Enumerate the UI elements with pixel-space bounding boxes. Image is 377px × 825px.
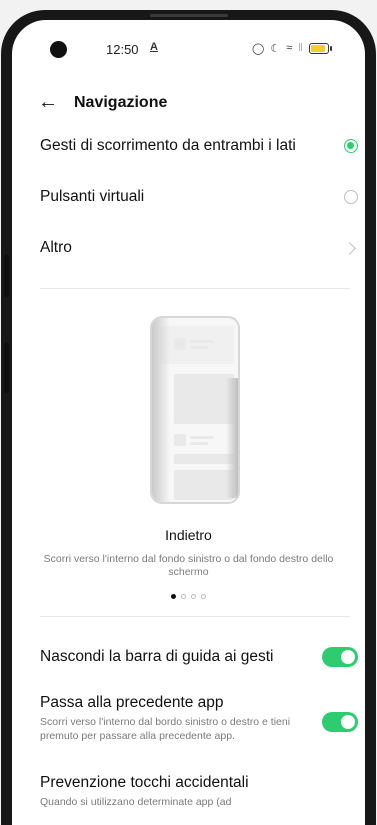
divider [40, 616, 350, 617]
setting-title: Prevenzione tocchi accidentali [40, 774, 249, 791]
alarm-icon: ◯ [252, 42, 265, 55]
radio-unselected-icon[interactable] [344, 190, 358, 204]
back-arrow-icon[interactable]: ← [38, 92, 58, 112]
wifi-icon: ≈ [286, 42, 293, 54]
setting-title: Nascondi la barra di guida ai gesti [40, 648, 274, 665]
status-bar: 12:50 A ◯ ☾ ≈ ‖ [12, 20, 365, 78]
battery-icon [308, 42, 332, 54]
hide-bar-toggle[interactable] [322, 647, 358, 667]
setting-description: Scorri verso l'interno dal bordo sinistr… [40, 716, 291, 742]
option-label: Altro [40, 239, 72, 256]
option-virtual-buttons[interactable]: Pulsanti virtuali [40, 182, 358, 212]
setting-hide-gesture-bar[interactable]: Nascondi la barra di guida ai gesti [40, 646, 358, 668]
front-camera [50, 41, 67, 58]
setting-description: Quando si utilizzano determinate app (ad [40, 796, 232, 808]
tutorial-title: Indietro [165, 527, 212, 543]
notification-icon: A [150, 41, 158, 53]
signal-icon: ‖ [298, 42, 303, 54]
option-gestures-both-sides[interactable]: Gesti di scorrimento da entrambi i lati [40, 131, 358, 161]
dnd-moon-icon: ☾ [270, 42, 281, 55]
screen: 12:50 A ◯ ☾ ≈ ‖ ← Navigazione Gesti di s… [12, 20, 365, 825]
previous-app-toggle[interactable] [322, 712, 358, 732]
gesture-illustration [150, 316, 240, 504]
page-dot[interactable] [191, 594, 196, 599]
option-label: Pulsanti virtuali [40, 188, 145, 205]
setting-title: Passa alla precedente app [40, 694, 224, 711]
setting-previous-app[interactable]: Passa alla precedente app Scorri verso l… [40, 694, 358, 743]
chevron-right-icon [343, 241, 356, 255]
page-dot[interactable] [201, 594, 206, 599]
page-header: ← Navigazione [12, 86, 365, 126]
volume-up-button [4, 255, 9, 297]
volume-down-button [4, 343, 9, 393]
page-title: Navigazione [74, 94, 168, 111]
status-time: 12:50 [106, 42, 139, 57]
option-label: Gesti di scorrimento da entrambi i lati [40, 137, 296, 154]
page-dot[interactable] [181, 594, 186, 599]
phone-frame: 12:50 A ◯ ☾ ≈ ‖ ← Navigazione Gesti di s… [0, 0, 377, 825]
radio-selected-icon[interactable] [344, 139, 358, 153]
status-icons: ◯ ☾ ≈ ‖ [252, 40, 332, 56]
page-indicator [12, 594, 365, 599]
page-dot[interactable] [171, 594, 176, 599]
earpiece-speaker [150, 14, 228, 17]
divider [40, 288, 350, 289]
option-other[interactable]: Altro [40, 233, 358, 263]
tutorial-description: Scorri verso l'interno dal fondo sinistr… [43, 553, 334, 578]
setting-accidental-touch[interactable]: Prevenzione tocchi accidentali Quando si… [40, 774, 358, 809]
